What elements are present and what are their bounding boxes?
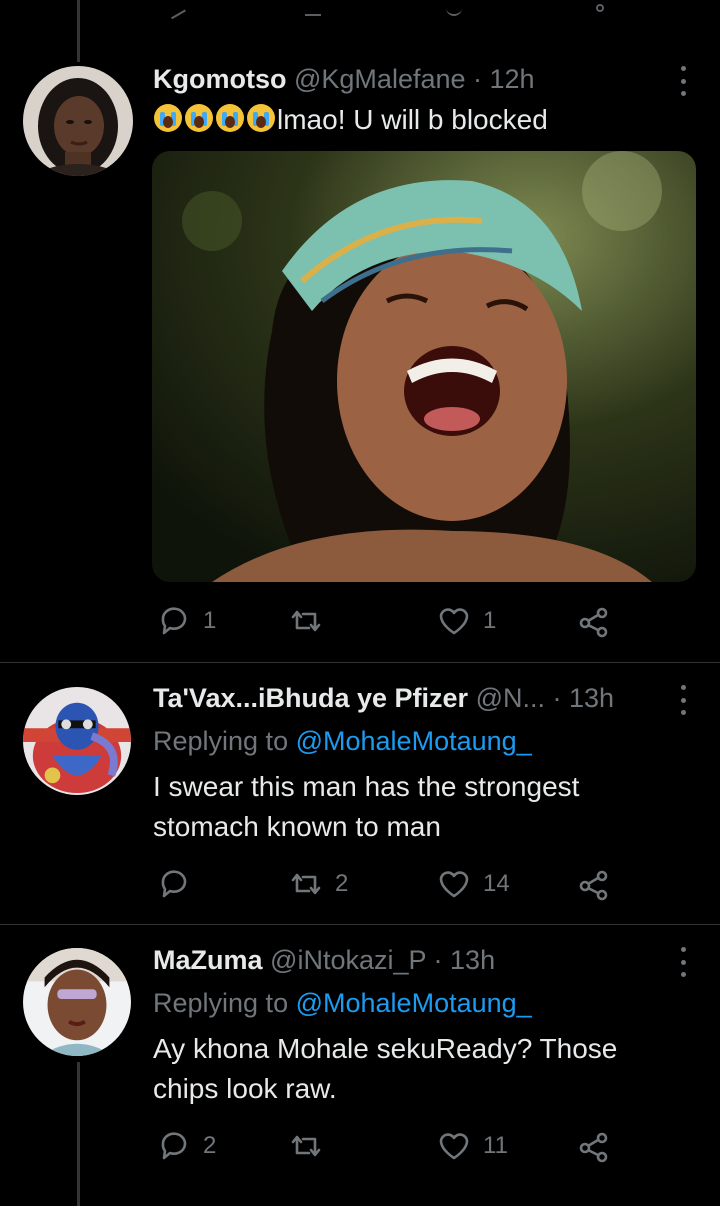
more-icon[interactable] [678, 947, 688, 977]
share-icon [579, 1132, 608, 1163]
like-icon [439, 871, 469, 898]
loudly-crying-face-icon [247, 104, 275, 132]
tweet[interactable]: Kgomotso @KgMalefane · 12h lmao! U will … [0, 0, 720, 662]
more-icon[interactable] [678, 685, 688, 715]
retweet-button[interactable] [289, 601, 335, 641]
tweet[interactable]: Ta'Vax...iBhuda ye Pfizer @N... · 13h Re… [0, 663, 720, 924]
retweet-count: 2 [335, 870, 349, 897]
tweet-header: MaZuma @iNtokazi_P · 13h [153, 943, 650, 977]
reply-button[interactable]: 1 [157, 601, 216, 641]
like-count: 1 [483, 607, 497, 634]
like-icon [439, 608, 469, 635]
tweet-actions: 2 11 [153, 1126, 623, 1166]
avatar[interactable] [23, 687, 131, 795]
retweet-icon [291, 1135, 321, 1157]
reply-icon [161, 870, 187, 898]
tweet-text: Ay khona Mohale sekuReady? Those chips l… [153, 1033, 618, 1104]
reply-count: 1 [203, 607, 217, 634]
replying-to: Replying to @MohaleMotaung_ [153, 986, 532, 1020]
retweet-button[interactable]: 2 [289, 864, 348, 904]
display-name[interactable]: MaZuma [153, 945, 263, 975]
display-name[interactable]: Ta'Vax...iBhuda ye Pfizer [153, 683, 468, 713]
like-icon [439, 1133, 469, 1160]
timestamp[interactable]: · 13h [553, 683, 615, 713]
retweet-icon [291, 610, 321, 632]
avatar[interactable] [23, 948, 131, 1056]
tweet[interactable]: MaZuma @iNtokazi_P · 13h Replying to @Mo… [0, 925, 720, 1206]
loudly-crying-face-icon [216, 104, 244, 132]
timestamp[interactable]: · 12h [473, 64, 535, 94]
avatar[interactable] [23, 66, 133, 176]
tweet-actions: 1 1 [153, 601, 623, 641]
reply-count: 2 [203, 1132, 217, 1159]
handle[interactable]: @N... [476, 683, 545, 713]
reply-icon [161, 1132, 187, 1160]
share-icon [579, 870, 608, 901]
tweet-text-body: lmao! U will b blocked [277, 104, 548, 135]
replying-to-mention[interactable]: @MohaleMotaung_ [296, 726, 532, 756]
replying-to-mention[interactable]: @MohaleMotaung_ [296, 988, 532, 1018]
like-button[interactable]: 1 [437, 601, 496, 641]
timestamp[interactable]: · 13h [434, 945, 496, 975]
share-button[interactable] [577, 601, 611, 641]
share-button[interactable] [577, 864, 611, 904]
share-icon [579, 607, 608, 638]
like-button[interactable]: 11 [437, 1126, 508, 1166]
reply-button[interactable] [157, 864, 203, 904]
replying-to: Replying to @MohaleMotaung_ [153, 724, 532, 758]
display-name[interactable]: Kgomotso [153, 64, 286, 94]
tweet-actions: 2 14 [153, 864, 623, 904]
like-button[interactable]: 14 [437, 864, 510, 904]
retweet-icon [291, 873, 321, 895]
tweet-text: I swear this man has the strongest stoma… [153, 771, 580, 842]
tweet-text: lmao! U will b blocked [153, 100, 680, 140]
like-count: 14 [483, 870, 510, 897]
replying-to-label: Replying to [153, 988, 289, 1018]
tweet-header: Ta'Vax...iBhuda ye Pfizer @N... · 13h [153, 681, 650, 715]
reply-button[interactable]: 2 [157, 1126, 216, 1166]
loudly-crying-face-icon [185, 104, 213, 132]
retweet-button[interactable] [289, 1126, 335, 1166]
handle[interactable]: @iNtokazi_P [270, 945, 426, 975]
more-icon[interactable] [678, 66, 688, 96]
like-count: 11 [483, 1132, 508, 1159]
replying-to-label: Replying to [153, 726, 289, 756]
tweet-header: Kgomotso @KgMalefane · 12h [153, 62, 650, 96]
loudly-crying-face-icon [154, 104, 182, 132]
reply-icon [161, 607, 187, 635]
tweet-photo[interactable] [152, 151, 696, 582]
share-button[interactable] [577, 1126, 611, 1166]
handle[interactable]: @KgMalefane [294, 64, 466, 94]
